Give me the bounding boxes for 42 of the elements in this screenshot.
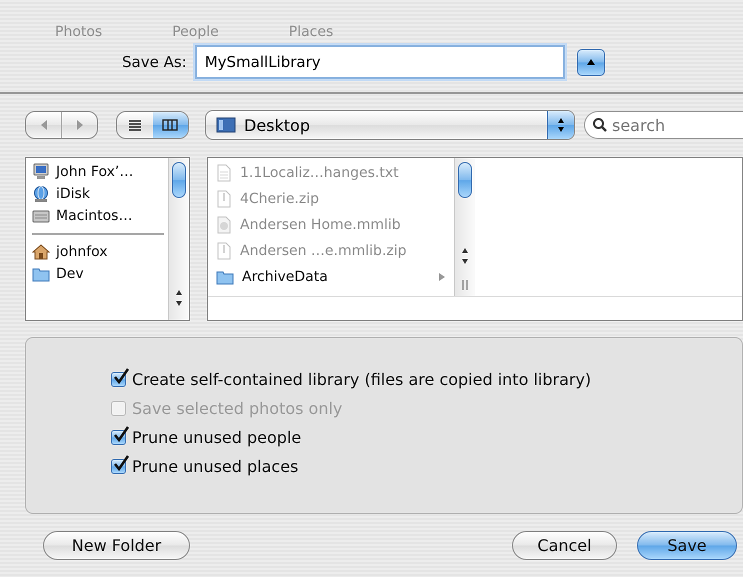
sidebar-item[interactable]: johnfox xyxy=(32,241,168,263)
desktop-icon xyxy=(216,117,236,133)
back-forward-control[interactable] xyxy=(25,111,98,139)
tab-label: Places xyxy=(288,24,334,42)
view-mode-button[interactable] xyxy=(152,112,188,138)
save-as-label: Save As: xyxy=(122,53,187,71)
zip-file-icon xyxy=(216,242,232,260)
up-down-arrows-icon xyxy=(556,116,566,134)
house-icon xyxy=(32,243,50,261)
checkbox-label: Save selected photos only xyxy=(132,399,342,418)
checkbox-label: Create self-contained library (files are copied into library) xyxy=(132,370,592,389)
forward-arrow-icon xyxy=(74,119,84,131)
scroll-thumb[interactable] xyxy=(458,162,472,198)
checkbox-label: Prune unused places xyxy=(132,457,298,476)
checkbox-label: Prune unused people xyxy=(132,428,302,447)
column-view-icon xyxy=(162,119,178,131)
library-file-icon xyxy=(216,216,232,234)
document-icon xyxy=(216,164,232,182)
disclosure-arrow-icon xyxy=(438,272,446,282)
back-arrow-icon xyxy=(38,119,48,131)
tab-label: Photos xyxy=(55,24,102,42)
globe-icon xyxy=(32,185,50,203)
scrollbar[interactable] xyxy=(168,158,189,320)
location-popup[interactable]: Desktop xyxy=(205,110,575,140)
disclosure-button[interactable] xyxy=(576,48,605,76)
tab-label: People xyxy=(172,24,219,42)
file-item[interactable]: ArchiveData xyxy=(216,264,454,290)
list-view-icon xyxy=(128,119,142,131)
scroll-thumb[interactable] xyxy=(172,162,186,198)
column-resize-handle[interactable] xyxy=(462,280,468,290)
sidebar-item[interactable]: Macintos… xyxy=(32,205,168,227)
scrollbar[interactable] xyxy=(454,158,475,296)
dialog-button[interactable]: New Folder xyxy=(43,531,190,560)
dialog-button[interactable]: Cancel xyxy=(512,531,617,560)
zip-file-icon xyxy=(216,190,232,208)
computer-icon xyxy=(32,163,50,181)
sidebar-item[interactable]: John Fox’… xyxy=(32,161,168,183)
sidebar-item[interactable]: iDisk xyxy=(32,183,168,205)
sidebar-item[interactable]: Dev xyxy=(32,263,168,285)
dialog-button[interactable]: Save xyxy=(637,531,737,560)
search-field[interactable]: search xyxy=(584,111,743,139)
file-name-field[interactable]: MySmallLibrary xyxy=(194,45,565,79)
